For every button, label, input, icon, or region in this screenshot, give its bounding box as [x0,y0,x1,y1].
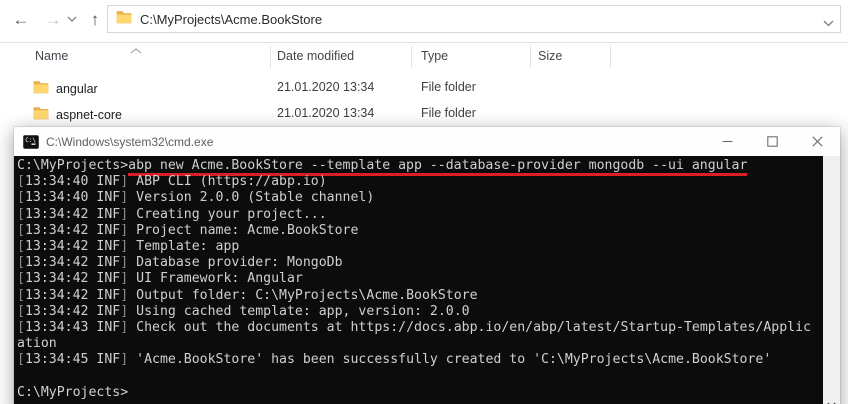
address-dropdown-chevron-icon[interactable] [823,14,834,32]
file-type: File folder [421,106,476,120]
console-log-line: [13:34:40 INF] Version 2.0.0 (Stable cha… [17,190,823,206]
column-header-size[interactable]: Size [538,49,562,63]
console-log-line: [13:34:42 INF] Output folder: C:\MyProje… [17,288,823,304]
console-log-line: [13:34:45 INF] 'Acme.BookStore' has been… [17,352,823,368]
column-header-name[interactable]: Name [35,49,68,63]
console-log-line: [13:34:40 INF] ABP CLI (https://abp.io) [17,174,823,190]
console-log-line: [13:34:42 INF] Using cached template: ap… [17,304,823,320]
minimize-button[interactable] [705,127,750,156]
address-path: C:\MyProjects\Acme.BookStore [140,12,322,27]
recent-locations-chevron-icon[interactable] [64,10,80,28]
console-log-line: [13:34:42 INF] Template: app [17,239,823,255]
close-button[interactable] [795,127,840,156]
console-log-line: ation [17,336,823,352]
scrollbar-down-chevron-icon[interactable] [827,395,836,404]
explorer-toolbar: ← → ↑ C:\MyProjects\Acme.BookStore [0,0,848,43]
file-name: angular [56,82,98,96]
address-folder-icon [116,10,132,29]
column-header-date-modified[interactable]: Date modified [277,49,354,63]
column-header-type[interactable]: Type [421,49,448,63]
cmd-title-bar[interactable]: C:\ C:\Windows\system32\cmd.exe [14,127,840,156]
console-log-line: [13:34:43 INF] Check out the documents a… [17,320,823,336]
file-date-modified: 21.01.2020 13:34 [277,106,374,120]
screenshot-root: ← → ↑ C:\MyProjects\Acme.BookStore [0,0,848,404]
console-prompt: C:\MyProjects> [17,158,128,173]
folder-icon [33,80,49,97]
forward-button[interactable]: → [40,6,66,32]
address-bar[interactable]: C:\MyProjects\Acme.BookStore [107,5,841,33]
column-divider [610,46,611,68]
up-button[interactable]: ↑ [82,6,108,32]
console-log-line: [13:34:42 INF] Database provider: MongoD… [17,255,823,271]
console-log-lines: [13:34:40 INF] ABP CLI (https://abp.io)[… [17,174,823,368]
column-header-row: Name Date modified Type Size [0,43,848,71]
svg-text:C:\: C:\ [25,137,36,144]
cmd-window-title: C:\Windows\system32\cmd.exe [46,135,213,149]
file-type: File folder [421,80,476,94]
cmd-window: C:\ C:\Windows\system32\cmd.exe C:\MyPro… [14,127,840,404]
column-divider [270,46,271,68]
back-button[interactable]: ← [8,6,34,32]
console-log-line: [13:34:42 INF] Creating your project... [17,207,823,223]
maximize-button[interactable] [750,127,795,156]
console-scrollbar[interactable] [823,156,840,404]
console-command-line: C:\MyProjects>abp new Acme.BookStore --t… [17,158,823,174]
file-name: aspnet-core [56,108,122,122]
column-divider [530,46,531,68]
console-output[interactable]: C:\MyProjects>abp new Acme.BookStore --t… [14,156,823,404]
console-log-line: [13:34:42 INF] UI Framework: Angular [17,271,823,287]
folder-icon [33,106,49,123]
console-final-prompt: C:\MyProjects> [17,385,823,401]
cmd-icon: C:\ [23,134,39,150]
file-date-modified: 21.01.2020 13:34 [277,80,374,94]
sort-ascending-indicator-icon [130,43,142,57]
column-divider [411,46,412,68]
file-row[interactable]: angular 21.01.2020 13:34 File folder [0,75,848,101]
file-row[interactable]: aspnet-core 21.01.2020 13:34 File folder [0,101,848,127]
console-log-line: [13:34:42 INF] Project name: Acme.BookSt… [17,223,823,239]
console-blank-line [17,368,823,384]
